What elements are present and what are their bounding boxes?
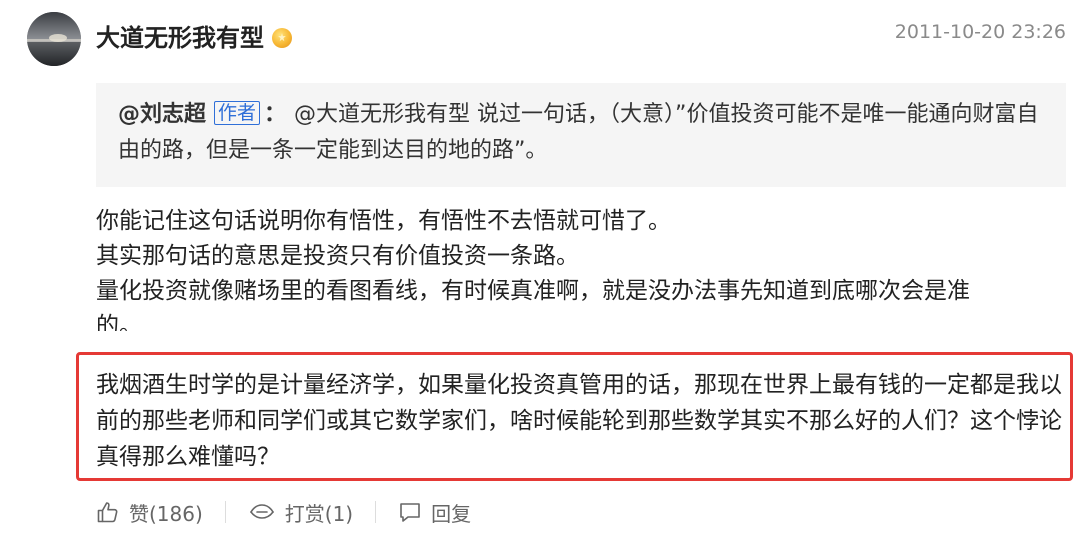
username[interactable]: 大道无形我有型: [96, 18, 264, 58]
like-button[interactable]: 赞(186): [96, 498, 203, 527]
author-tag: 作者: [214, 101, 261, 125]
tip-count: 打赏(1): [284, 501, 354, 526]
quoted-reply: @刘志超 作者： @大道无形我有型 说过一句话，（大意）”价值投资可能不是唯一能通向…: [96, 83, 1066, 187]
divider: [224, 501, 226, 523]
highlighted-paragraph: 我烟酒生时学的是计量经济学，如果量化投资真管用的话，那现在世界上最有钱的一定都是…: [76, 352, 1073, 481]
reply-button[interactable]: 回复: [398, 498, 471, 527]
reply-label: 回复: [431, 501, 472, 526]
comment-body: 你能记住这句话说明你有悟性，有悟性不去悟就可惜了。 其实那句话的意思是投资只有价…: [96, 204, 1066, 331]
avatar-glow: [49, 34, 67, 42]
avatar[interactable]: [27, 12, 81, 66]
like-count: 赞(186): [129, 501, 203, 526]
divider: [375, 501, 377, 523]
body-paragraph: 其实那句话的意思是投资只有价值投资一条路。: [96, 243, 579, 269]
avatar-ground: [27, 41, 81, 66]
body-paragraph: 你能记住这句话说明你有悟性，有悟性不去悟就可惜了。: [96, 208, 671, 234]
body-paragraph: 量化投资就像赌场里的看图看线，有时候真准啊，就是没办法事先知道到底哪次会是准: [96, 278, 970, 304]
comment-card: 大道无形我有型 2011-10-20 23:26 @刘志超 作者： @大道无形我有型…: [0, 0, 1080, 537]
body-paragraph: 的。: [96, 313, 142, 331]
vip-badge-icon: [272, 28, 292, 48]
timestamp: 2011-10-20 23:26: [894, 21, 1066, 43]
reward-icon: [249, 504, 274, 519]
comment-icon: [400, 503, 420, 522]
quote-colon: ：: [264, 102, 287, 127]
thumbs-up-icon: [97, 502, 118, 523]
tip-button[interactable]: 打赏(1): [248, 498, 353, 527]
action-bar: 赞(186) 打赏(1) 回复: [96, 496, 471, 528]
quote-author[interactable]: @刘志超: [118, 102, 206, 127]
username-row: 大道无形我有型: [96, 18, 292, 58]
